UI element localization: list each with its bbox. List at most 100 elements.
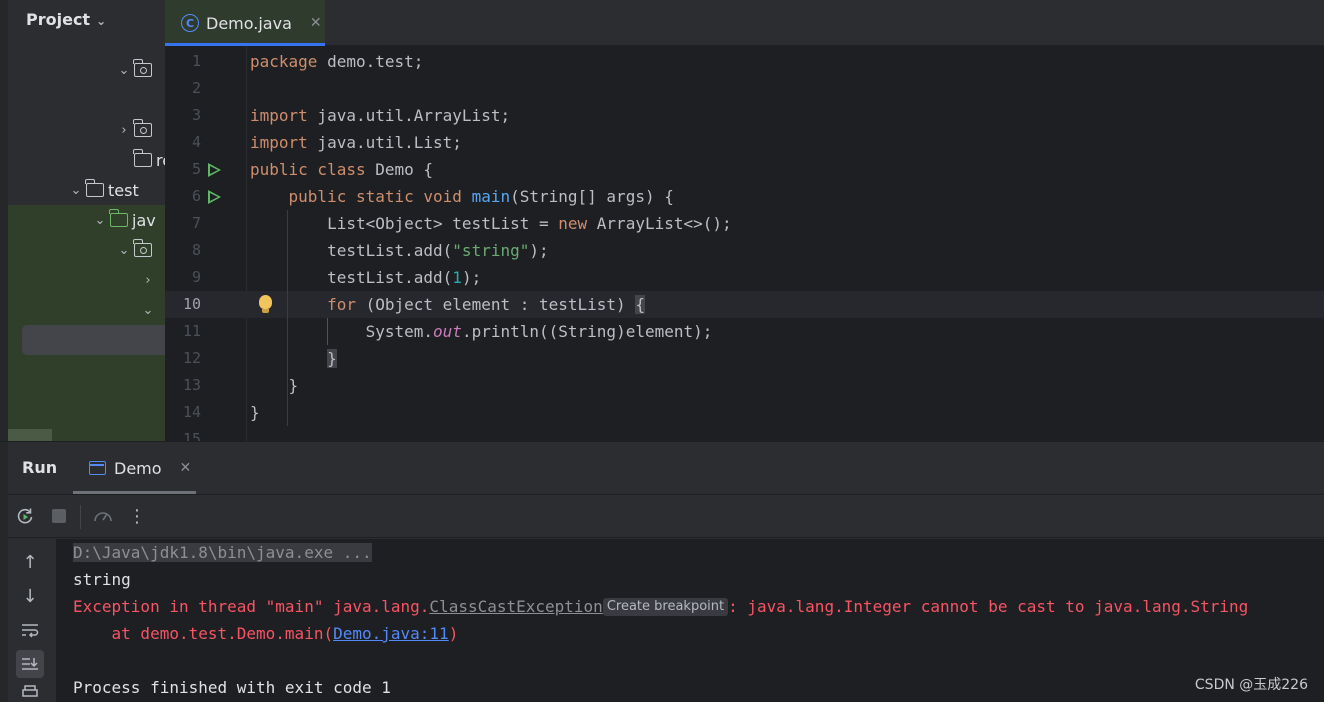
tree-item[interactable]: ⌄ xyxy=(116,58,156,82)
scroll-up-icon[interactable]: ↑ xyxy=(16,548,44,576)
tree-item[interactable]: ⌄ jav xyxy=(92,208,156,232)
line-number: 13 xyxy=(182,376,201,394)
project-panel: Project⌄ ⌄ › res ⌄ test ⌄ jav ⌄ › ⌄ xyxy=(0,0,165,441)
code-line[interactable]: 2 xyxy=(165,75,1324,102)
code-token: import xyxy=(250,133,308,152)
rerun-icon[interactable] xyxy=(14,505,36,527)
scroll-down-icon[interactable]: ↓ xyxy=(16,582,44,610)
tree-item[interactable]: ⌄ xyxy=(140,298,156,322)
tab-run-demo[interactable]: Demo ✕ xyxy=(73,442,196,494)
code-line[interactable]: 3 import java.util.ArrayList; xyxy=(165,102,1324,129)
line-number: 14 xyxy=(182,403,201,421)
close-icon[interactable]: ✕ xyxy=(180,460,192,476)
line-number: 15 xyxy=(182,430,201,441)
code-line[interactable]: 6 public static void main(String[] args)… xyxy=(165,183,1324,210)
code-line[interactable]: 11 System.out.println((String)element); xyxy=(165,318,1324,345)
expand-arrow-icon[interactable]: ⌄ xyxy=(116,243,132,258)
stacktrace-text: at demo.test.Demo.main( xyxy=(73,624,334,643)
code-line[interactable]: 4 import java.util.List; xyxy=(165,129,1324,156)
toolbar-separator xyxy=(80,505,81,529)
profiler-icon[interactable] xyxy=(92,505,114,527)
lightbulb-icon[interactable] xyxy=(259,295,272,313)
expand-arrow-icon[interactable]: › xyxy=(116,123,132,138)
code-token: 1 xyxy=(452,268,462,287)
source-folder-icon xyxy=(109,209,128,227)
code-token: (Object element : testList) xyxy=(355,295,636,314)
print-icon[interactable] xyxy=(16,684,44,702)
tree-item[interactable]: ⌄ xyxy=(116,238,156,262)
line-number: 9 xyxy=(191,268,201,286)
tree-item[interactable]: res xyxy=(116,148,165,172)
matching-brace: { xyxy=(635,295,645,314)
code-line[interactable]: 8 testList.add("string"); xyxy=(165,237,1324,264)
code-editor[interactable]: 1 package demo.test; 2 3 import java.uti… xyxy=(165,46,1324,441)
code-line[interactable]: 12 } xyxy=(165,345,1324,372)
chevron-down-icon[interactable]: ⌄ xyxy=(96,14,106,28)
code-token: ArrayList<>(); xyxy=(587,214,732,233)
code-line[interactable]: 1 package demo.test; xyxy=(165,48,1324,75)
scroll-to-end-icon[interactable] xyxy=(16,650,44,678)
expand-arrow-icon[interactable]: ⌄ xyxy=(116,63,132,78)
expand-arrow-icon[interactable]: ⌄ xyxy=(140,303,156,318)
soft-wrap-icon[interactable] xyxy=(16,616,44,644)
code-line-current[interactable]: 10 for (Object element : testList) { xyxy=(165,291,1324,318)
run-icon[interactable] xyxy=(208,190,221,204)
line-number: 1 xyxy=(191,52,201,70)
line-number: 12 xyxy=(182,349,201,367)
stop-icon[interactable] xyxy=(48,505,70,527)
code-token: List<Object> testList = xyxy=(327,214,559,233)
code-token: demo.test; xyxy=(317,52,424,71)
expand-arrow-icon[interactable]: › xyxy=(140,273,156,288)
code-line[interactable]: 7 List<Object> testList = new ArrayList<… xyxy=(165,210,1324,237)
close-icon[interactable]: ✕ xyxy=(310,15,322,31)
code-token: testList.add( xyxy=(327,268,453,287)
line-number: 7 xyxy=(191,214,201,232)
run-toolbar: ⋮ xyxy=(8,494,1324,538)
sidebar-strip xyxy=(0,0,8,441)
editor-tab-bar: C Demo.java ✕ xyxy=(165,0,1324,46)
code-line[interactable]: 5 public class Demo { xyxy=(165,156,1324,183)
line-number: 2 xyxy=(191,79,201,97)
tab-label: Demo.java xyxy=(206,13,292,33)
java-class-icon: C xyxy=(181,14,199,32)
resources-folder-icon xyxy=(133,149,152,167)
code-token: } xyxy=(288,376,299,395)
source-location-link[interactable]: Demo.java:11 xyxy=(333,624,449,643)
console-exit-line: Process finished with exit code 1 xyxy=(73,678,391,697)
tab-demo-java[interactable]: C Demo.java ✕ xyxy=(165,0,325,46)
project-panel-title[interactable]: Project ⌄ xyxy=(26,10,106,29)
run-tool-window: Run Demo ✕ ⋮ ↑ ↓ D:\Java\jdk1.8\bin\java… xyxy=(0,441,1324,702)
tree-item[interactable]: › xyxy=(140,268,156,292)
code-token: .println((String)element); xyxy=(461,322,713,341)
code-line[interactable]: 9 testList.add(1); xyxy=(165,264,1324,291)
code-line[interactable]: 13 } xyxy=(165,372,1324,399)
run-window-title: Run xyxy=(22,458,58,477)
line-number: 4 xyxy=(191,133,201,151)
expand-arrow-icon[interactable]: ⌄ xyxy=(92,213,108,228)
horizontal-scrollbar[interactable] xyxy=(8,429,52,441)
more-icon[interactable]: ⋮ xyxy=(126,505,148,527)
line-number: 5 xyxy=(191,160,201,178)
code-token: public class xyxy=(250,160,366,179)
console-error-line: Exception in thread "main" java.lang.Cla… xyxy=(73,593,1248,620)
code-line[interactable]: 14 } xyxy=(165,399,1324,426)
package-folder-icon xyxy=(133,239,152,257)
run-icon[interactable] xyxy=(208,163,221,177)
exception-class-link[interactable]: ClassCastException xyxy=(429,597,602,616)
console-output[interactable]: D:\Java\jdk1.8\bin\java.exe ... string E… xyxy=(56,539,1324,702)
selected-tree-item[interactable] xyxy=(22,325,165,355)
code-line[interactable]: 15 xyxy=(165,426,1324,441)
code-token: main xyxy=(471,187,511,206)
code-token: System. xyxy=(365,322,434,341)
matching-brace: } xyxy=(327,349,337,368)
code-token: new xyxy=(558,214,588,233)
tree-item[interactable]: ⌄ test xyxy=(68,178,139,202)
code-token: ); xyxy=(529,241,549,260)
tree-item[interactable]: › xyxy=(116,118,156,142)
line-number: 3 xyxy=(191,106,201,124)
create-breakpoint-button[interactable]: Create breakpoint xyxy=(602,598,729,616)
expand-arrow-icon[interactable]: ⌄ xyxy=(68,183,84,198)
indent-guide xyxy=(327,318,328,345)
code-token: package xyxy=(250,52,318,71)
console-command-line[interactable]: D:\Java\jdk1.8\bin\java.exe ... xyxy=(73,543,372,562)
